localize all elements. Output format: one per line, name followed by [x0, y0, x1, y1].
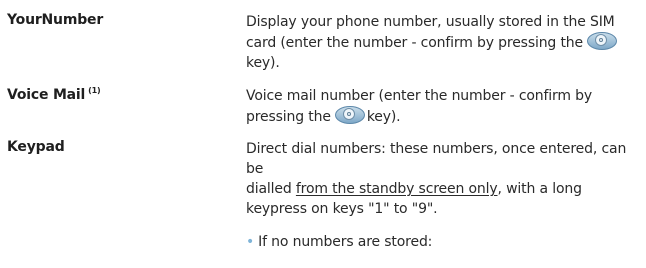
description-yournumber: Display your phone number, usually store… [246, 12, 641, 73]
description-line: Display your phone number, usually store… [246, 14, 615, 30]
description-keypad: Direct dial numbers: these numbers, once… [246, 139, 641, 252]
bullet-marker: • [246, 234, 255, 250]
manual-page: YourNumber Display your phone number, us… [0, 0, 646, 268]
description-line: pressing the key). [246, 106, 641, 127]
description-line: key). [246, 55, 280, 71]
emphasized-text: from the standby screen only [295, 181, 498, 197]
description-voice-mail: Voice mail number (enter the number - co… [246, 86, 641, 127]
term-voice-mail: Voice Mail (1) [7, 86, 101, 103]
ok-key-icon [586, 32, 617, 50]
term-keypad: Keypad [7, 139, 65, 155]
description-line: keypress on keys "1" to "9". [246, 201, 438, 217]
description-line: dialled from the standby screen only, wi… [246, 179, 641, 199]
description-text: dialled [246, 181, 292, 197]
bullet-line: • If no numbers are stored: [246, 232, 641, 252]
description-line: Direct dial numbers: these numbers, once… [246, 141, 627, 177]
description-text: , with a long [497, 181, 583, 197]
description-text: card (enter the number - confirm by pres… [246, 35, 583, 51]
description-line: card (enter the number - confirm by pres… [246, 32, 641, 53]
description-text: pressing the [246, 109, 331, 125]
bullet-text: If no numbers are stored: [258, 234, 433, 250]
description-text: key). [366, 109, 401, 125]
term-text: Voice Mail [7, 87, 86, 103]
term-yournumber: YourNumber [7, 12, 104, 28]
footnote-marker: (1) [88, 86, 101, 95]
ok-key-icon [334, 106, 365, 124]
description-line: Voice mail number (enter the number - co… [246, 88, 593, 104]
